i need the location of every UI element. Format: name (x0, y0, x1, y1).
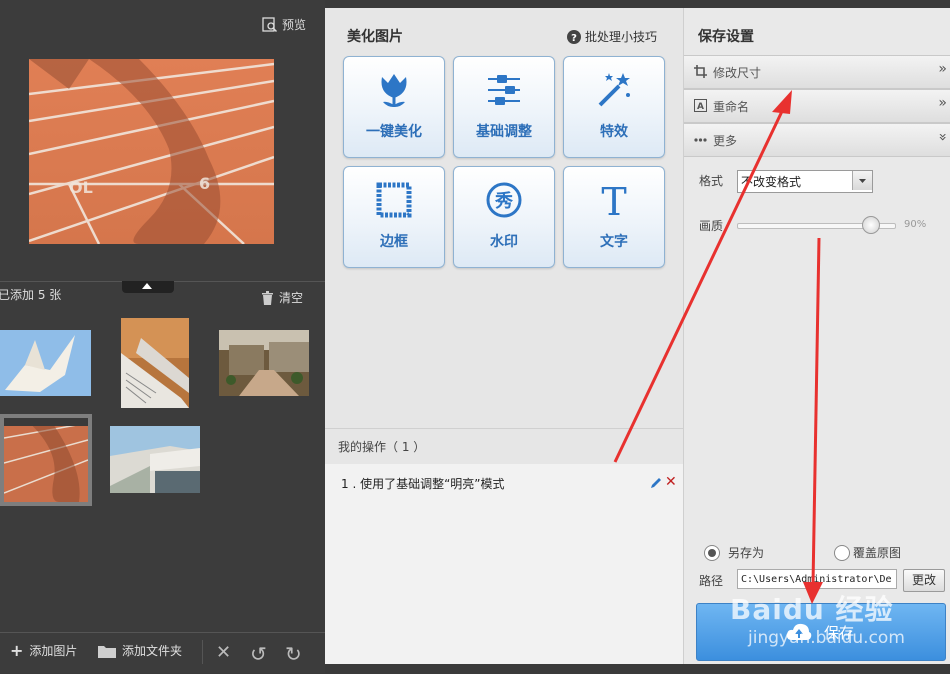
quality-value: 90% (904, 219, 927, 230)
added-count-label: 已添加 5 张 (0, 288, 62, 302)
path-label: 路径 (699, 574, 724, 588)
tool-label: 一键美化 (366, 124, 422, 140)
tool-label: 特效 (600, 124, 628, 140)
clear-button[interactable]: 清空 (261, 289, 303, 306)
svg-text:A: A (697, 102, 704, 112)
folder-icon (98, 645, 116, 658)
pencil-icon[interactable] (650, 476, 663, 489)
operations-title: 我的操作（ 1 ） (338, 440, 426, 454)
chevron-down-icon: » (934, 132, 950, 142)
toolbar-separator (202, 640, 203, 664)
thumbnail-1[interactable] (0, 330, 91, 396)
magic-wand-icon (598, 73, 630, 107)
preview-button[interactable]: 预览 (262, 16, 306, 33)
quality-label: 画质 (699, 219, 724, 233)
trash-icon (262, 290, 273, 305)
accordion-label: 重命名 (713, 100, 750, 114)
overwrite-radio[interactable] (834, 545, 850, 561)
tool-watermark[interactable]: 秀 水印 (453, 166, 555, 268)
quality-slider-thumb[interactable] (862, 216, 880, 234)
svg-text:6: 6 (199, 174, 210, 193)
path-input[interactable] (737, 569, 897, 589)
tool-label: 边框 (380, 234, 408, 250)
tool-label: 文字 (600, 234, 628, 250)
tool-text[interactable]: T 文字 (563, 166, 665, 268)
add-image-button[interactable]: + 添加图片 (10, 642, 77, 659)
tool-label: 基础调整 (476, 124, 532, 140)
accordion-rename[interactable]: A 重命名 » (684, 89, 950, 123)
clear-label: 清空 (279, 291, 304, 305)
operations-list (325, 464, 683, 664)
svg-text:?: ? (571, 33, 577, 44)
chevron-right-icon: » (938, 95, 947, 111)
format-select-value: 不改变格式 (741, 175, 802, 189)
tulip-icon (381, 74, 407, 107)
beautify-title: 美化图片 (347, 29, 403, 45)
operation-item: 1 . 使用了基础调整“明亮”模式 (341, 477, 505, 491)
preview-image: OL 6 (29, 59, 274, 244)
preview-label: 预览 (282, 18, 307, 32)
more-dots-icon (694, 138, 707, 142)
add-folder-label: 添加文件夹 (122, 644, 183, 658)
change-path-button[interactable]: 更改 (903, 569, 945, 592)
accordion-resize[interactable]: 修改尺寸 » (684, 55, 950, 89)
rotate-left-button[interactable]: ↺ (250, 642, 267, 666)
frame-icon (376, 182, 412, 218)
accordion-more[interactable]: 更多 » (684, 123, 950, 157)
help-icon: ? (567, 29, 581, 44)
accordion-label: 修改尺寸 (713, 66, 762, 80)
rename-icon: A (694, 99, 707, 112)
sliders-icon (488, 75, 520, 105)
save-settings-title: 保存设置 (698, 29, 754, 45)
svg-text:OL: OL (69, 178, 93, 197)
add-image-label: 添加图片 (29, 644, 78, 658)
svg-text:T: T (601, 181, 626, 219)
caret-up-icon (142, 283, 152, 289)
rotate-right-button[interactable]: ↻ (285, 642, 302, 666)
baidu-watermark-url: jingyan.baidu.com (748, 628, 905, 648)
thumbnail-2[interactable] (121, 318, 189, 408)
preview-icon (262, 16, 278, 32)
accordion-label: 更多 (713, 134, 738, 148)
rotate-left-icon: ↺ (250, 642, 267, 666)
chevron-right-icon: » (938, 61, 947, 77)
caret-down-icon (859, 179, 866, 183)
rotate-right-icon: ↻ (285, 642, 302, 666)
overwrite-label: 覆盖原图 (853, 546, 902, 560)
plus-icon: + (10, 640, 24, 660)
remove-button[interactable]: ✕ (216, 642, 231, 663)
crop-icon (694, 65, 707, 78)
tool-one-click-beautify[interactable]: 一键美化 (343, 56, 445, 158)
svg-text:秀: 秀 (494, 191, 513, 212)
thumbnail-5[interactable] (110, 426, 200, 493)
text-T-icon: T (601, 181, 626, 219)
batch-tips-label: 批处理小技巧 (585, 30, 658, 44)
batch-tips-link[interactable]: ? 批处理小技巧 (567, 28, 657, 45)
thumbnail-3[interactable] (219, 330, 309, 396)
tool-frame[interactable]: 边框 (343, 166, 445, 268)
tool-label: 水印 (490, 234, 518, 250)
watermark-stamp-icon: 秀 (486, 182, 522, 218)
tool-effects[interactable]: 特效 (563, 56, 665, 158)
close-icon: ✕ (216, 642, 232, 663)
format-label: 格式 (699, 174, 724, 188)
add-folder-button[interactable]: 添加文件夹 (98, 642, 182, 659)
save-as-radio[interactable] (704, 545, 720, 561)
tool-basic-adjust[interactable]: 基础调整 (453, 56, 555, 158)
baidu-watermark: Baidu 经验 (730, 593, 894, 626)
thumbnail-4[interactable] (4, 418, 88, 502)
save-as-label: 另存为 (728, 546, 765, 560)
dropdown-arrow[interactable] (852, 171, 872, 190)
delete-icon[interactable]: ✕ (665, 474, 677, 490)
